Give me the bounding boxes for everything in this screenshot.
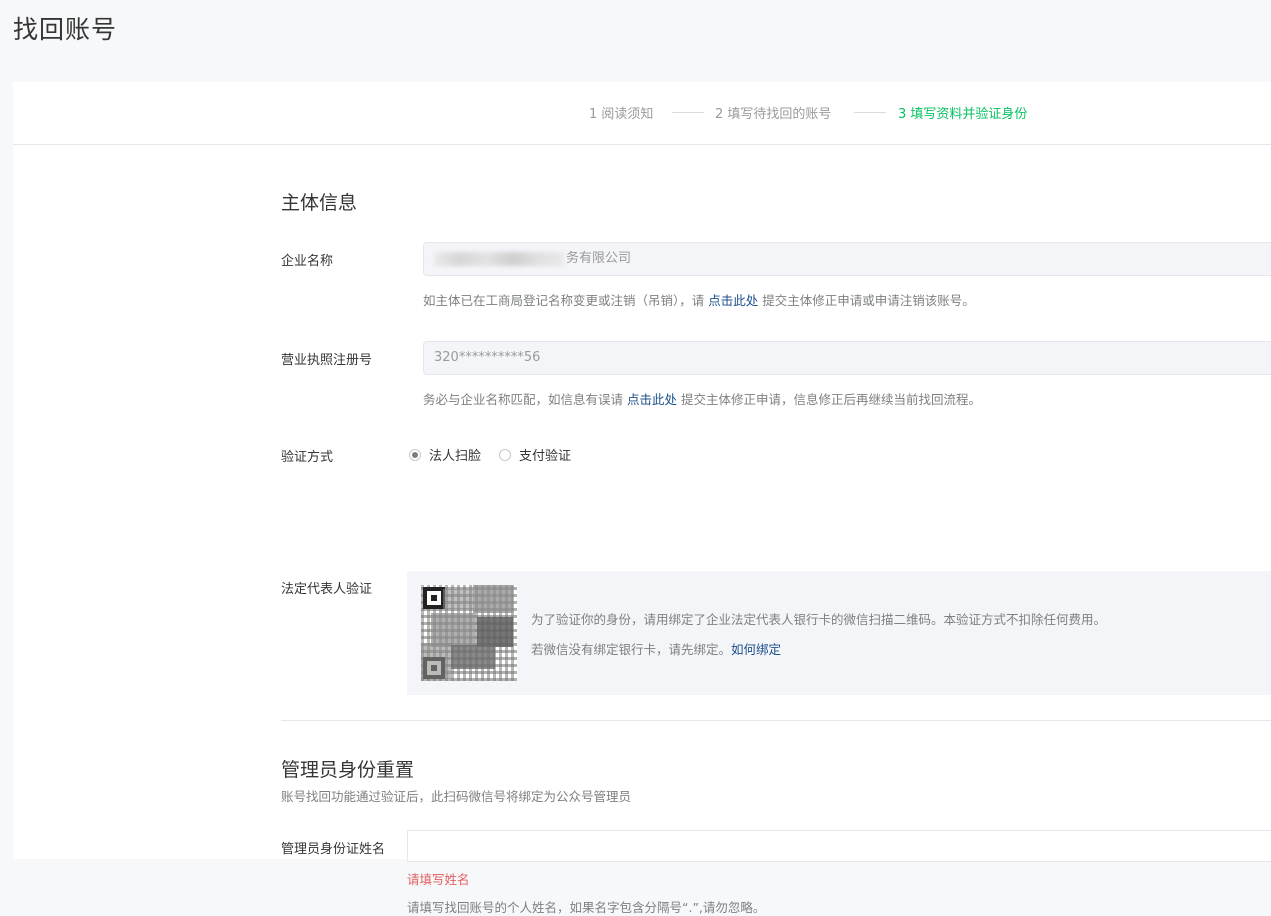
- radio-payment-verify[interactable]: 支付验证: [499, 445, 571, 464]
- admin-name-label: 管理员身份证姓名: [281, 842, 386, 857]
- hint-text: 若微信没有绑定银行卡，请先绑定。: [531, 642, 732, 657]
- legal-rep-instruction: 为了验证你的身份，请用绑定了企业法定代表人银行卡的微信扫描二维码。本验证方式不扣…: [531, 612, 1107, 627]
- hint-text: 提交主体修正申请，信息修正后再继续当前找回流程。: [677, 392, 981, 407]
- verify-method-label: 验证方式: [281, 450, 334, 465]
- company-name-label: 企业名称: [281, 254, 334, 269]
- legal-rep-verify-panel: 为了验证你的身份，请用绑定了企业法定代表人银行卡的微信扫描二维码。本验证方式不扣…: [407, 571, 1271, 695]
- verify-method-radio-group: 法人扫脸 支付验证: [409, 445, 589, 464]
- admin-name-error: 请填写姓名: [407, 872, 470, 887]
- step-indicator: 1 阅读须知 2 填写待找回的账号 3 填写资料并验证身份: [13, 82, 1271, 145]
- radio-label: 支付验证: [519, 449, 572, 464]
- redacted-text: [434, 251, 564, 266]
- qr-finder: [423, 587, 445, 609]
- section-title-admin: 管理员身份重置: [281, 759, 415, 781]
- license-field: 320**********56: [423, 341, 1271, 375]
- company-name-value: 务有限公司: [566, 251, 632, 266]
- recovery-card: 1 阅读须知 2 填写待找回的账号 3 填写资料并验证身份 主体信息 企业名称 …: [13, 82, 1271, 915]
- step-2: 2 填写待找回的账号: [715, 107, 832, 122]
- legal-rep-label: 法定代表人验证: [281, 582, 373, 597]
- qr-code-icon[interactable]: [421, 585, 517, 681]
- radio-checked-icon: [409, 448, 421, 461]
- radio-unchecked-icon: [499, 448, 512, 461]
- license-fix-link[interactable]: 点击此处: [627, 392, 677, 407]
- section-title-entity: 主体信息: [281, 192, 358, 214]
- mosaic-block: [451, 645, 495, 669]
- page-title: 找回账号: [13, 15, 118, 44]
- admin-name-input[interactable]: [407, 830, 1271, 862]
- admin-name-hint: 请填写找回账号的个人姓名，如果名字包含分隔号“.”,请勿忽略。: [407, 900, 766, 915]
- company-fix-link[interactable]: 点击此处: [708, 293, 758, 308]
- company-name-hint: 如主体已在工商局登记名称变更或注销（吊销），请 点击此处 提交主体修正申请或申请…: [423, 290, 975, 309]
- legal-rep-bind-hint: 若微信没有绑定银行卡，请先绑定。如何绑定: [531, 639, 781, 658]
- mosaic-block: [477, 617, 513, 647]
- mosaic-block: [443, 589, 473, 609]
- mosaic-block: [421, 643, 451, 679]
- section-divider: [281, 720, 1271, 721]
- license-value: 320**********56: [434, 350, 541, 365]
- how-to-bind-link[interactable]: 如何绑定: [731, 642, 781, 657]
- license-hint: 务必与企业名称匹配，如信息有误请 点击此处 提交主体修正申请，信息修正后再继续当…: [423, 389, 981, 408]
- hint-text: 如主体已在工商局登记名称变更或注销（吊销），请: [423, 293, 709, 308]
- hint-text: 务必与企业名称匹配，如信息有误请: [423, 392, 627, 407]
- step-connector: [672, 112, 704, 113]
- admin-description: 账号找回功能通过验证后，此扫码微信号将绑定为公众号管理员: [281, 789, 632, 804]
- mosaic-block: [431, 613, 475, 647]
- company-name-field: 务有限公司: [423, 242, 1271, 276]
- hint-text: 提交主体修正申请或申请注销该账号。: [758, 293, 975, 308]
- license-label: 营业执照注册号: [281, 353, 373, 368]
- step-1: 1 阅读须知: [589, 107, 654, 122]
- mosaic-block: [473, 585, 513, 613]
- radio-label: 法人扫脸: [429, 449, 482, 464]
- step-3-active: 3 填写资料并验证身份: [898, 107, 1028, 122]
- step-connector: [854, 112, 886, 113]
- radio-face-scan[interactable]: 法人扫脸: [409, 445, 481, 464]
